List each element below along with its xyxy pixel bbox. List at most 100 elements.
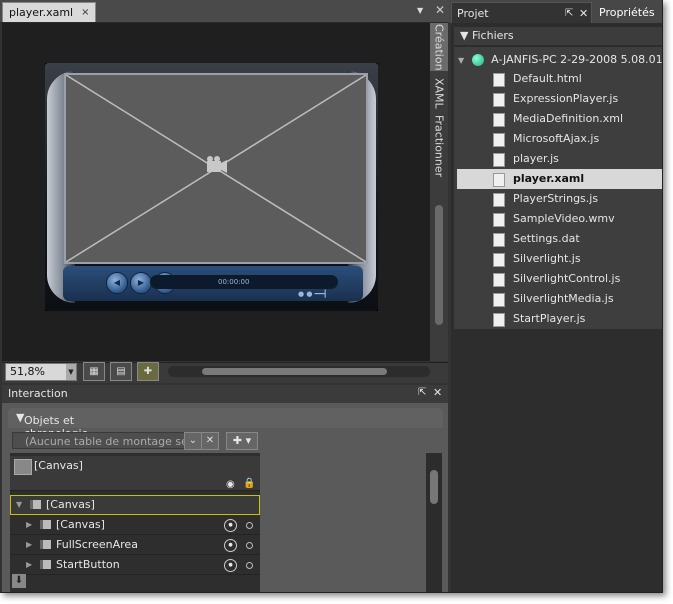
file-item[interactable]: MediaDefinition.xml [457,109,662,129]
file-name: StartPlayer.js [513,312,586,325]
file-item[interactable]: Silverlight.js [457,249,662,269]
file-name: PlayerStrings.js [513,192,599,205]
tree-item[interactable]: ▶ StartButton ● [10,555,260,575]
tree-item[interactable]: ▶ [Canvas] ● [10,515,260,535]
tab-project-label: Projet [457,7,489,20]
undock-icon[interactable]: ⇱ [565,3,573,24]
time-display: 00:00:00 [218,278,250,286]
tree-item-label: [Canvas] [56,518,105,531]
file-name: SilverlightMedia.js [513,292,614,305]
chevron-down-icon[interactable]: ▼ [66,364,76,380]
canvas-icon [40,520,51,529]
horizontal-scroll-thumb[interactable] [202,368,387,375]
tab-properties-label: Propriétés [599,6,655,19]
js-file-icon [493,153,505,167]
file-item[interactable]: MicrosoftAjax.js [457,129,662,149]
tab-design[interactable]: Création [430,23,448,71]
snap-grid-icon[interactable]: ▤ [110,362,132,381]
close-icon[interactable]: ✕ [433,386,442,399]
tree-root-row[interactable]: [Canvas] ◉ 🔒 [10,456,260,491]
tab-properties[interactable]: Propriétés [594,2,667,23]
js-file-icon [493,253,505,267]
scope-up-icon[interactable] [14,459,32,475]
project-node[interactable]: ▼ A-JANFIS-PC 2-29-2008 5.08.01 P [458,50,662,69]
expand-icon[interactable]: ▼ [16,495,22,514]
close-icon[interactable]: ✕ [579,3,588,24]
tree-item[interactable]: ▼ [Canvas] [10,495,260,515]
zoom-select[interactable]: 51,8% ▼ [5,363,77,381]
file-item[interactable]: ExpressionPlayer.js [457,89,662,109]
file-item[interactable]: Settings.dat [457,229,662,249]
previous-button[interactable]: ◀ [106,272,128,294]
tree-item-label: FullScreenArea [56,538,138,551]
video-placeholder-icon [66,75,366,262]
file-item[interactable]: Default.html [457,69,662,89]
files-section-title: Fichiers [471,29,514,42]
seek-bar[interactable]: 00:00:00 [150,275,338,289]
js-file-icon [493,293,505,307]
project-name: A-JANFIS-PC 2-29-2008 5.08.01 P [491,53,662,66]
file-item[interactable]: PlayerStrings.js [457,189,662,209]
file-item[interactable]: player.js [457,149,662,169]
tree-scroll-thumb[interactable] [430,470,438,504]
canvas-icon [40,560,51,569]
files-section-header[interactable]: ▼ Fichiers [454,27,662,45]
panel-title: Interaction [8,387,68,400]
tab-split[interactable]: Fractionner [430,115,448,177]
video-file-icon [493,213,505,227]
eye-icon[interactable]: ● [224,519,237,532]
lock-dot-icon[interactable] [246,522,253,529]
file-item[interactable]: SilverlightMedia.js [457,289,662,309]
tab-label: player.xaml [9,6,74,19]
tab-project[interactable]: Projet ⇱ ✕ [451,2,592,23]
close-panel-icon[interactable]: ✕ [435,3,445,17]
js-file-icon [493,313,505,327]
dat-file-icon [493,233,505,247]
js-file-icon [493,273,505,287]
artboard-vertical-scrollbar[interactable] [435,205,443,325]
snap-lines-icon[interactable]: ✚ [137,362,159,381]
add-storyboard-button[interactable]: ✚ ▾ [226,432,258,450]
tab-xaml[interactable]: XAML [430,73,448,113]
expand-icon[interactable]: ▶ [26,555,32,574]
document-tab-strip: player.xaml × ▼ ✕ [0,0,449,23]
file-item-selected[interactable]: player.xaml [457,169,662,189]
close-storyboard-icon[interactable]: ✕ [201,432,219,450]
media-player-preview[interactable]: ◀ ▶ ▶▶ 00:00:00 ● ● ━━┫ [45,63,378,311]
lock-dot-icon[interactable] [246,542,253,549]
eye-icon[interactable]: ◉ [226,475,235,494]
lock-dot-icon[interactable] [246,562,253,569]
objects-timeline-header[interactable]: ▼ Objets et chronologie [8,408,443,440]
scope-down-icon[interactable]: ⬇ [12,574,26,588]
tab-player-xaml[interactable]: player.xaml × [2,2,97,22]
expand-icon[interactable]: ▶ [26,515,32,534]
file-name: SampleVideo.wmv [513,212,615,225]
eye-icon[interactable]: ● [224,559,237,572]
expand-icon[interactable]: ▶ [26,535,32,554]
file-item[interactable]: StartPlayer.js [457,309,662,329]
file-name: player.js [513,152,559,165]
tab-split-label: Fractionner [432,114,446,178]
volume-slider[interactable]: ● ● ━━┫ [298,290,327,298]
chevron-down-icon[interactable]: ▼ [417,6,423,15]
lock-icon[interactable]: 🔒 [243,474,255,493]
storyboard-selector[interactable]: (Aucune table de montage séqu [12,432,200,449]
tree-item-label: StartButton [56,558,120,571]
xaml-file-icon [493,173,505,187]
grid-icon[interactable]: ▦ [83,362,105,381]
undock-icon[interactable]: ⇱ [418,387,426,398]
file-name: Settings.dat [513,232,580,245]
file-item[interactable]: SampleVideo.wmv [457,209,662,229]
play-button[interactable]: ▶ [130,272,152,294]
eye-icon[interactable]: ● [224,539,237,552]
file-item[interactable]: SilverlightControl.js [457,269,662,289]
html-file-icon [493,73,505,87]
chevron-down-icon[interactable]: ⌄ [184,432,202,450]
expand-icon[interactable]: ▼ [458,56,464,65]
tree-item[interactable]: ▶ FullScreenArea ● [10,535,260,555]
close-icon[interactable]: × [81,3,89,22]
file-name: ExpressionPlayer.js [513,92,619,105]
tree-item-label: [Canvas] [46,498,95,511]
file-name: Silverlight.js [513,252,581,265]
file-name: Default.html [513,72,582,85]
